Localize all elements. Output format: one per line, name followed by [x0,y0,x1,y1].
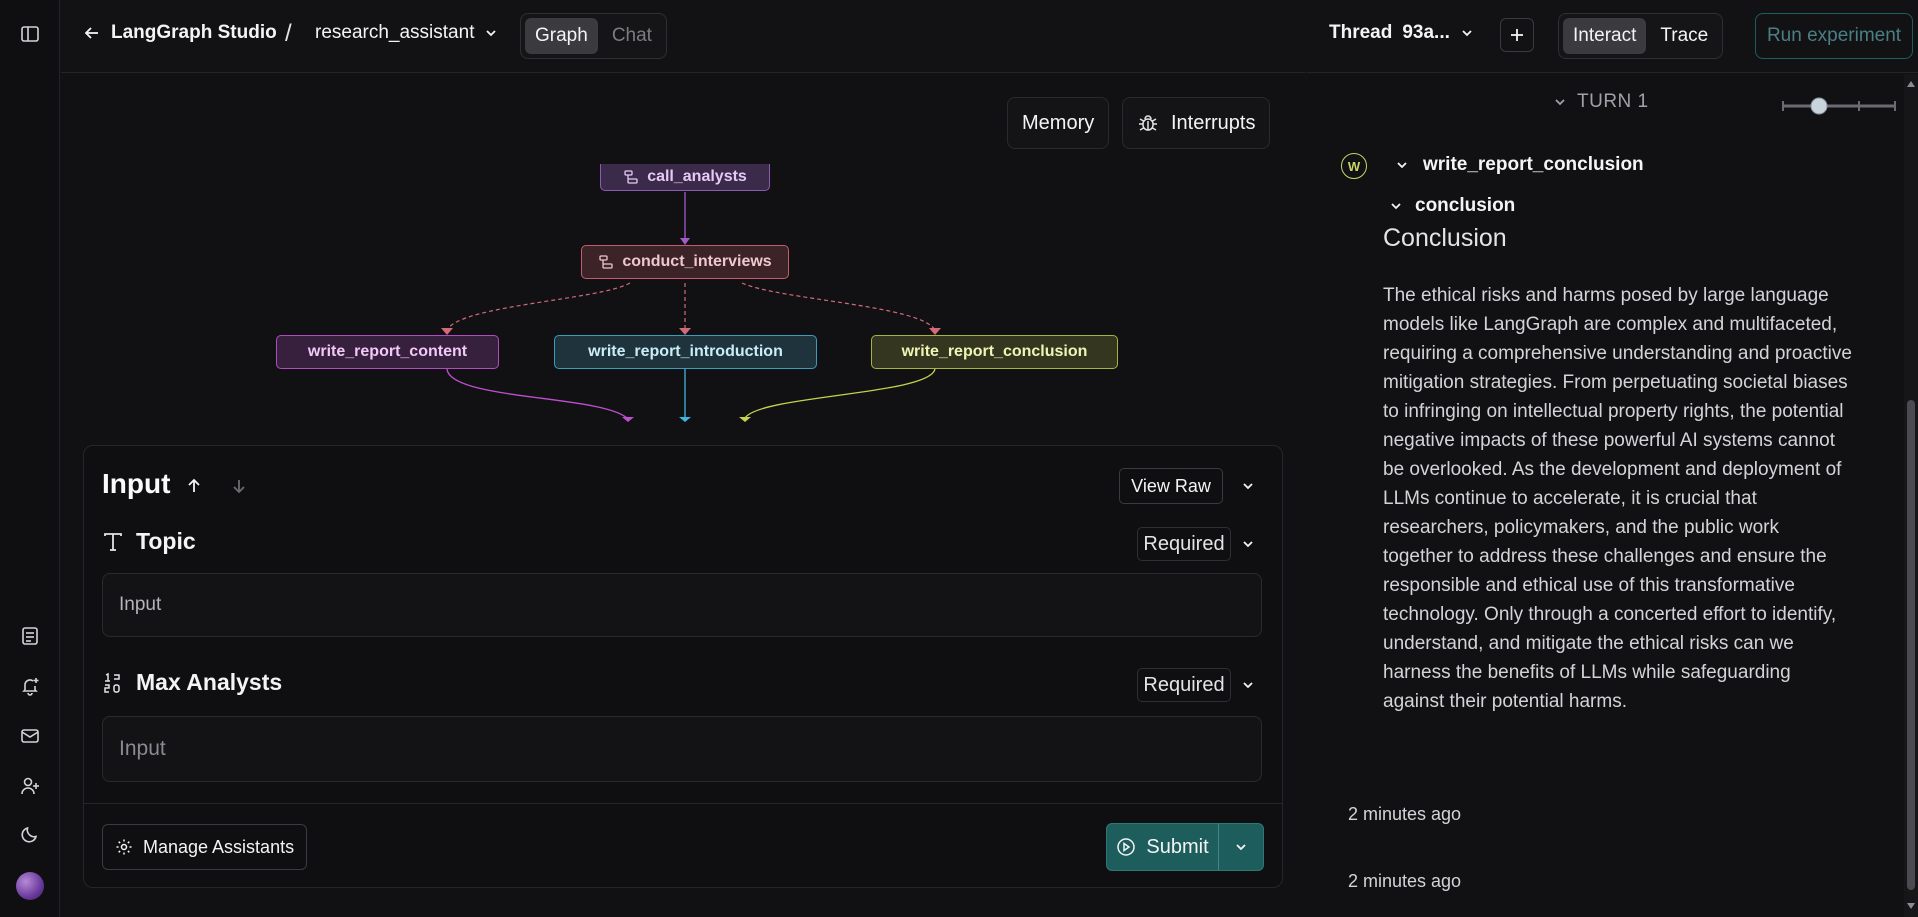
mail-icon[interactable] [14,720,46,752]
chevron-down-icon[interactable] [1235,473,1261,499]
output-body: The ethical risks and harms posed by lar… [1383,285,1852,712]
manage-assistants-button[interactable]: Manage Assistants [102,824,308,870]
chevron-down-icon [1391,203,1401,210]
document-icon[interactable] [14,620,46,652]
text-type-icon [104,532,122,551]
play-circle-icon [1117,838,1136,856]
input-panel: Input View Raw Topic Required Input Max … [83,445,1283,888]
moon-icon[interactable] [14,818,46,850]
field-label-text: Max Analysts [136,669,283,695]
node-badge: W [1341,153,1367,179]
chevron-down-icon [1462,30,1472,37]
timestamp: 2 minutes ago [1348,871,1462,891]
arrow-up-icon[interactable] [182,474,206,498]
timestamp: 2 minutes ago [1348,804,1462,824]
graph-edges [441,192,941,422]
node-step-toggle[interactable]: write_report_conclusion [1395,154,1644,176]
manage-assistants-label: Manage Assistants [143,836,295,857]
plus-icon [1511,29,1523,41]
tab-interact[interactable]: Interact [1563,18,1647,54]
thread-header: Thread 93a... Interact Trace Run experim… [1307,0,1918,73]
node-label: write_report_conclusion [901,343,1088,360]
tab-trace[interactable]: Trace [1650,18,1718,54]
bell-plus-icon[interactable] [14,670,46,702]
node-write-report-content[interactable]: write_report_content [276,335,499,369]
input-title: Input [102,468,171,499]
node-label: conduct_interviews [622,253,772,270]
max-analysts-input[interactable]: Input [102,716,1262,782]
node-label: write_report_content [307,343,468,360]
turn-label: TURN 1 [1577,91,1649,112]
avatar[interactable] [16,872,44,900]
field-max-analysts-label: Max Analysts [102,669,282,696]
thread-id: 93a... [1402,22,1450,43]
run-experiment-button[interactable]: Run experiment [1755,13,1913,59]
thread-label: Thread [1329,22,1393,43]
node-call-analysts[interactable]: call_analysts [600,164,770,191]
scrollbar-thumb[interactable] [1907,400,1915,890]
key-name: conclusion [1415,195,1516,216]
node-write-report-introduction[interactable]: write_report_introduction [554,335,817,369]
chevron-down-icon [1397,162,1407,169]
scroll-down-icon[interactable] [1905,900,1917,912]
chevron-down-icon [1555,99,1565,106]
key-toggle[interactable]: conclusion [1389,195,1515,217]
turn-toggle[interactable]: TURN 1 [1553,91,1649,113]
node-step-name: write_report_conclusion [1423,154,1644,175]
node-conduct-interviews[interactable]: conduct_interviews [581,245,789,279]
number-type-icon [104,672,120,693]
turn-slider[interactable] [1781,96,1897,116]
chevron-down-icon[interactable] [1235,531,1261,557]
new-thread-button[interactable] [1500,18,1534,52]
field-label-text: Topic [136,528,196,554]
thread-select[interactable]: Thread 93a... [1329,22,1474,44]
topic-input[interactable]: Input [102,573,1262,637]
output-heading: Conclusion [1383,224,1507,252]
node-icon [599,255,613,269]
required-badge[interactable]: Required [1137,668,1231,702]
gear-icon [116,839,132,855]
submit-label: Submit [1146,835,1209,858]
footer-divider [84,803,1282,804]
node-write-report-conclusion[interactable]: write_report_conclusion [871,335,1118,369]
node-label: write_report_introduction [588,343,783,360]
node-label: call_analysts [647,168,747,185]
mode-tabs: Interact Trace [1558,13,1724,59]
arrow-down-icon[interactable] [227,474,251,498]
submit-options-button[interactable] [1219,824,1263,870]
node-icon [624,170,638,184]
chevron-down-icon [1236,844,1246,851]
scroll-up-icon[interactable] [1905,78,1917,90]
field-topic-label: Topic [102,528,196,555]
chevron-down-icon[interactable] [1235,672,1261,698]
submit-button-group: Submit [1106,823,1264,871]
submit-button[interactable]: Submit [1107,824,1219,870]
trace-pane: TURN 1 W write_report_conclusion conclus… [1307,74,1918,917]
required-badge[interactable]: Required [1137,527,1231,561]
view-raw-button[interactable]: View Raw [1119,468,1223,504]
user-plus-icon[interactable] [14,770,46,802]
